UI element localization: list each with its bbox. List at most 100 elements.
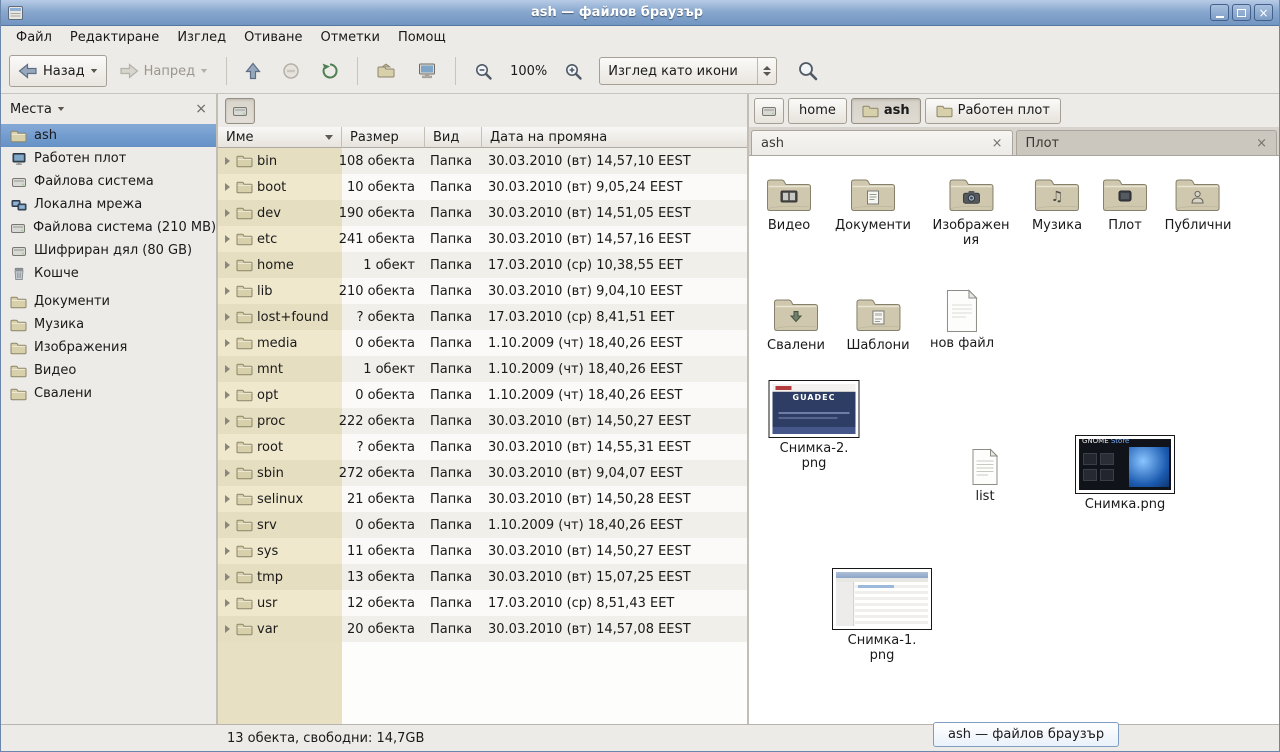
sidebar-item[interactable]: Изображения <box>1 336 216 359</box>
menu-bookmarks[interactable]: Отметки <box>311 27 388 48</box>
zoom-out-button[interactable] <box>465 55 502 87</box>
expander-icon[interactable] <box>225 417 230 425</box>
table-row[interactable]: bin108 обектаПапка30.03.2010 (вт) 14,57,… <box>218 148 747 174</box>
tab-close-icon[interactable]: × <box>992 137 1003 150</box>
table-row[interactable]: usr12 обектаПапка17.03.2010 (ср) 8,51,43… <box>218 590 747 616</box>
icon-view-item[interactable]: Изображен ия <box>932 175 1009 248</box>
menu-file[interactable]: Файл <box>7 27 61 48</box>
icon-view-item[interactable]: нов файл <box>930 289 994 351</box>
expander-icon[interactable] <box>225 261 230 269</box>
expander-icon[interactable] <box>225 469 230 477</box>
sidebar-item[interactable]: Свалени <box>1 382 216 405</box>
sidebar-item[interactable]: ash <box>1 124 216 147</box>
sidebar-item[interactable]: Файлова система <box>1 170 216 193</box>
column-header-date[interactable]: Дата на промяна <box>482 127 747 148</box>
sidebar-close-icon[interactable]: × <box>195 102 207 116</box>
sidebar-item[interactable]: Документи <box>1 290 216 313</box>
menu-view[interactable]: Изглед <box>168 27 235 48</box>
column-header-type[interactable]: Вид <box>425 127 482 148</box>
expander-icon[interactable] <box>225 495 230 503</box>
menu-edit[interactable]: Редактиране <box>61 27 168 48</box>
sidebar-item[interactable]: Видео <box>1 359 216 382</box>
expander-icon[interactable] <box>225 339 230 347</box>
icon-view-item[interactable]: Свалени <box>767 295 825 353</box>
column-header-name[interactable]: Име <box>218 127 342 148</box>
icon-view[interactable]: Видео Документи Изображен ия ♫Музика Плот Пуб… <box>749 156 1279 724</box>
computer-button[interactable] <box>408 55 446 87</box>
table-row[interactable]: var20 обектаПапка30.03.2010 (вт) 14,57,0… <box>218 616 747 642</box>
root-location-button[interactable] <box>225 98 255 124</box>
table-row[interactable]: lib210 обектаПапка30.03.2010 (вт) 9,04,1… <box>218 278 747 304</box>
close-button[interactable]: × <box>1254 4 1273 21</box>
table-row[interactable]: mnt1 обектПапка1.10.2009 (чт) 18,40,26 E… <box>218 356 747 382</box>
tab-desktop[interactable]: Плот × <box>1016 130 1278 155</box>
expander-icon[interactable] <box>225 287 230 295</box>
table-row[interactable]: media0 обектаПапка1.10.2009 (чт) 18,40,2… <box>218 330 747 356</box>
taskbar-window-button[interactable]: ash — файлов браузър <box>933 722 1119 747</box>
table-row[interactable]: boot10 обектаПапка30.03.2010 (вт) 9,05,2… <box>218 174 747 200</box>
table-row[interactable]: root? обектаПапка30.03.2010 (вт) 14,55,3… <box>218 434 747 460</box>
table-row[interactable]: home1 обектПапка17.03.2010 (ср) 10,38,55… <box>218 252 747 278</box>
table-row[interactable]: proc222 обектаПапка30.03.2010 (вт) 14,50… <box>218 408 747 434</box>
expander-icon[interactable] <box>225 235 230 243</box>
table-row[interactable]: opt0 обектаПапка1.10.2009 (чт) 18,40,26 … <box>218 382 747 408</box>
icon-view-item[interactable]: Видео <box>765 175 813 233</box>
expander-icon[interactable] <box>225 443 230 451</box>
table-row[interactable]: tmp13 обектаПапка30.03.2010 (вт) 15,07,2… <box>218 564 747 590</box>
tab-close-icon[interactable]: × <box>1256 137 1267 150</box>
expander-icon[interactable] <box>225 391 230 399</box>
home-button[interactable] <box>367 55 405 87</box>
expander-icon[interactable] <box>225 547 230 555</box>
icon-view-item[interactable]: ♫Музика <box>1032 175 1082 233</box>
chevron-down-icon[interactable] <box>57 106 65 112</box>
expander-icon[interactable] <box>225 521 230 529</box>
icon-view-item[interactable]: Снимка-1. png <box>832 568 932 663</box>
path-segment-desktop[interactable]: Работен плот <box>925 98 1061 124</box>
reload-button[interactable] <box>312 55 348 87</box>
path-segment-home[interactable]: home <box>788 98 847 124</box>
sidebar-item[interactable]: Локална мрежа <box>1 193 216 216</box>
view-mode-select[interactable]: Изглед като икони <box>599 57 777 85</box>
path-segment-ash[interactable]: ash <box>851 98 921 124</box>
table-row[interactable]: srv0 обектаПапка1.10.2009 (чт) 18,40,26 … <box>218 512 747 538</box>
expander-icon[interactable] <box>225 365 230 373</box>
sidebar-item[interactable]: Кошче <box>1 262 216 285</box>
tab-ash[interactable]: ash × <box>751 130 1013 155</box>
path-root-button[interactable] <box>754 98 784 124</box>
expander-icon[interactable] <box>225 625 230 633</box>
icon-view-item[interactable]: Шаблони <box>846 295 909 353</box>
zoom-in-button[interactable] <box>555 55 592 87</box>
icon-view-item[interactable]: Документи <box>835 175 911 233</box>
back-button[interactable]: Назад <box>9 55 107 87</box>
icon-view-item[interactable]: list <box>970 448 1000 504</box>
expander-icon[interactable] <box>225 209 230 217</box>
expander-icon[interactable] <box>225 183 230 191</box>
minimize-button[interactable] <box>1210 4 1229 21</box>
up-button[interactable] <box>236 55 270 87</box>
column-header-size[interactable]: Размер <box>342 127 425 148</box>
expander-icon[interactable] <box>225 157 230 165</box>
expander-icon[interactable] <box>225 313 230 321</box>
table-row[interactable]: selinux21 обектаПапка30.03.2010 (вт) 14,… <box>218 486 747 512</box>
expander-icon[interactable] <box>225 573 230 581</box>
titlebar[interactable]: ash — файлов браузър × <box>1 0 1279 26</box>
forward-button[interactable]: Напред <box>110 55 217 87</box>
maximize-button[interactable] <box>1232 4 1251 21</box>
table-row[interactable]: sbin272 обектаПапка30.03.2010 (вт) 9,04,… <box>218 460 747 486</box>
table-row[interactable]: etc241 обектаПапка30.03.2010 (вт) 14,57,… <box>218 226 747 252</box>
icon-view-item[interactable]: Публични <box>1165 175 1232 233</box>
menu-help[interactable]: Помощ <box>389 27 455 48</box>
sidebar-item[interactable]: Шифриран дял (80 GB) <box>1 239 216 262</box>
expander-icon[interactable] <box>225 599 230 607</box>
sidebar-item[interactable]: Файлова система (210 MB) <box>1 216 216 239</box>
table-row[interactable]: dev190 обектаПапка30.03.2010 (вт) 14,51,… <box>218 200 747 226</box>
icon-view-item[interactable]: GUADECСнимка-2. png <box>769 380 860 471</box>
menu-go[interactable]: Отиване <box>235 27 311 48</box>
table-row[interactable]: sys11 обектаПапка30.03.2010 (вт) 14,50,2… <box>218 538 747 564</box>
sidebar-item[interactable]: Музика <box>1 313 216 336</box>
icon-view-item[interactable]: Плот <box>1101 175 1149 233</box>
table-row[interactable]: lost+found? обектаПапка17.03.2010 (ср) 8… <box>218 304 747 330</box>
stop-button[interactable] <box>273 55 309 87</box>
icon-view-item[interactable]: GNOME StoreСнимка.png <box>1075 435 1175 512</box>
search-button[interactable] <box>788 55 828 87</box>
